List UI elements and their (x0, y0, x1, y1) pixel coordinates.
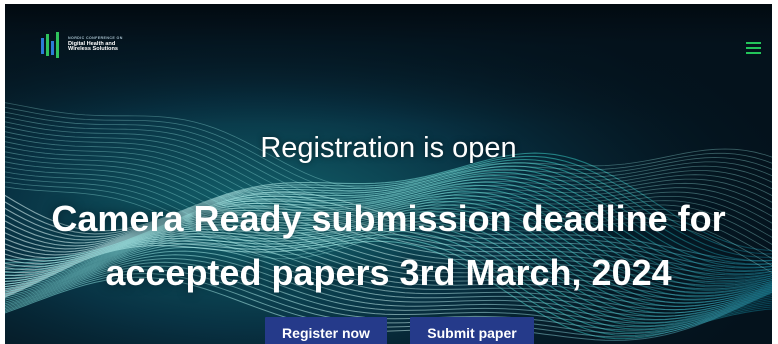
menu-bar (746, 42, 761, 44)
logo-line-2: Wireless Solutions (68, 46, 118, 53)
logo-bars-icon (41, 32, 59, 58)
headline-line-1: Camera Ready submission deadline for (51, 198, 726, 239)
conference-logo[interactable]: NORDIC CONFERENCE ON Digital Health and … (41, 32, 123, 58)
registration-status: Registration is open (260, 132, 517, 164)
hero-banner: NORDIC CONFERENCE ON Digital Health and … (5, 4, 772, 344)
headline-line-2: accepted papers 3rd March, 2024 (105, 252, 672, 293)
hamburger-menu-icon[interactable] (746, 42, 761, 54)
menu-bar (746, 47, 761, 49)
logo-small-text: NORDIC CONFERENCE ON (68, 35, 123, 40)
logo-text: NORDIC CONFERENCE ON Digital Health and … (68, 35, 123, 53)
headline: Camera Ready submission deadline for acc… (5, 192, 772, 300)
menu-bar (746, 52, 761, 54)
register-now-button[interactable]: Register now (265, 317, 387, 344)
submit-paper-button[interactable]: Submit paper (410, 317, 534, 344)
